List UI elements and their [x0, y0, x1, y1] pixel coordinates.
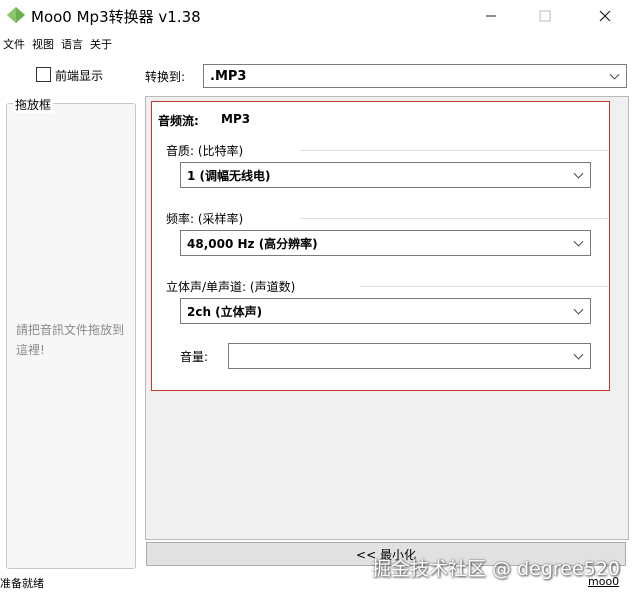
quality-value: 1 (调幅无线电): [187, 168, 271, 183]
chevron-down-icon: [573, 304, 584, 315]
always-on-top-checkbox[interactable]: [36, 67, 51, 82]
sample-rate-divider: [300, 218, 608, 219]
menu-bar: 文件 视图 语言 关于: [0, 36, 116, 54]
status-text: 准备就绪: [0, 577, 44, 590]
chevron-down-icon: [609, 69, 620, 80]
minimize-icon[interactable]: [468, 0, 514, 32]
format-select[interactable]: .MP3: [203, 64, 627, 88]
quality-label: 音质: (比特率): [166, 144, 244, 158]
channels-select[interactable]: 2ch (立体声): [180, 298, 591, 324]
quality-select[interactable]: 1 (调幅无线电): [180, 162, 591, 188]
watermark: 掘金技术社区 @ degree520: [372, 558, 620, 580]
app-icon: [7, 7, 25, 23]
volume-select[interactable]: [228, 343, 591, 369]
maximize-icon[interactable]: [522, 0, 568, 32]
stream-label: 音频流:: [158, 114, 199, 128]
sample-rate-select[interactable]: 48,000 Hz (高分辨率): [180, 230, 591, 256]
menu-view[interactable]: 视图: [29, 36, 58, 54]
channels-value: 2ch (立体声): [187, 304, 263, 319]
menu-file[interactable]: 文件: [0, 36, 29, 54]
stream-value: MP3: [221, 112, 251, 126]
window-title: Moo0 Mp3转换器 v1.38: [31, 8, 201, 26]
always-on-top-label[interactable]: 前端显示: [55, 67, 103, 84]
close-icon[interactable]: [582, 0, 628, 32]
format-value: .MP3: [210, 68, 247, 84]
menu-about[interactable]: 关于: [87, 36, 116, 54]
drop-zone-title: 拖放框: [13, 96, 54, 113]
menu-language[interactable]: 语言: [58, 36, 87, 54]
sample-rate-label: 频率: (采样率): [166, 212, 244, 226]
chevron-down-icon: [573, 236, 584, 247]
convert-to-label: 转换到:: [145, 70, 186, 84]
channels-label: 立体声/单声道: (声道数): [166, 280, 296, 294]
channels-divider: [360, 286, 608, 287]
quality-divider: [300, 150, 608, 151]
chevron-down-icon: [573, 168, 584, 179]
chevron-down-icon: [573, 349, 584, 360]
volume-label: 音量:: [180, 350, 209, 364]
sample-rate-value: 48,000 Hz (高分辨率): [187, 236, 318, 251]
drop-zone-hint: 請把音訊文件拖放到這裡!: [16, 323, 125, 357]
